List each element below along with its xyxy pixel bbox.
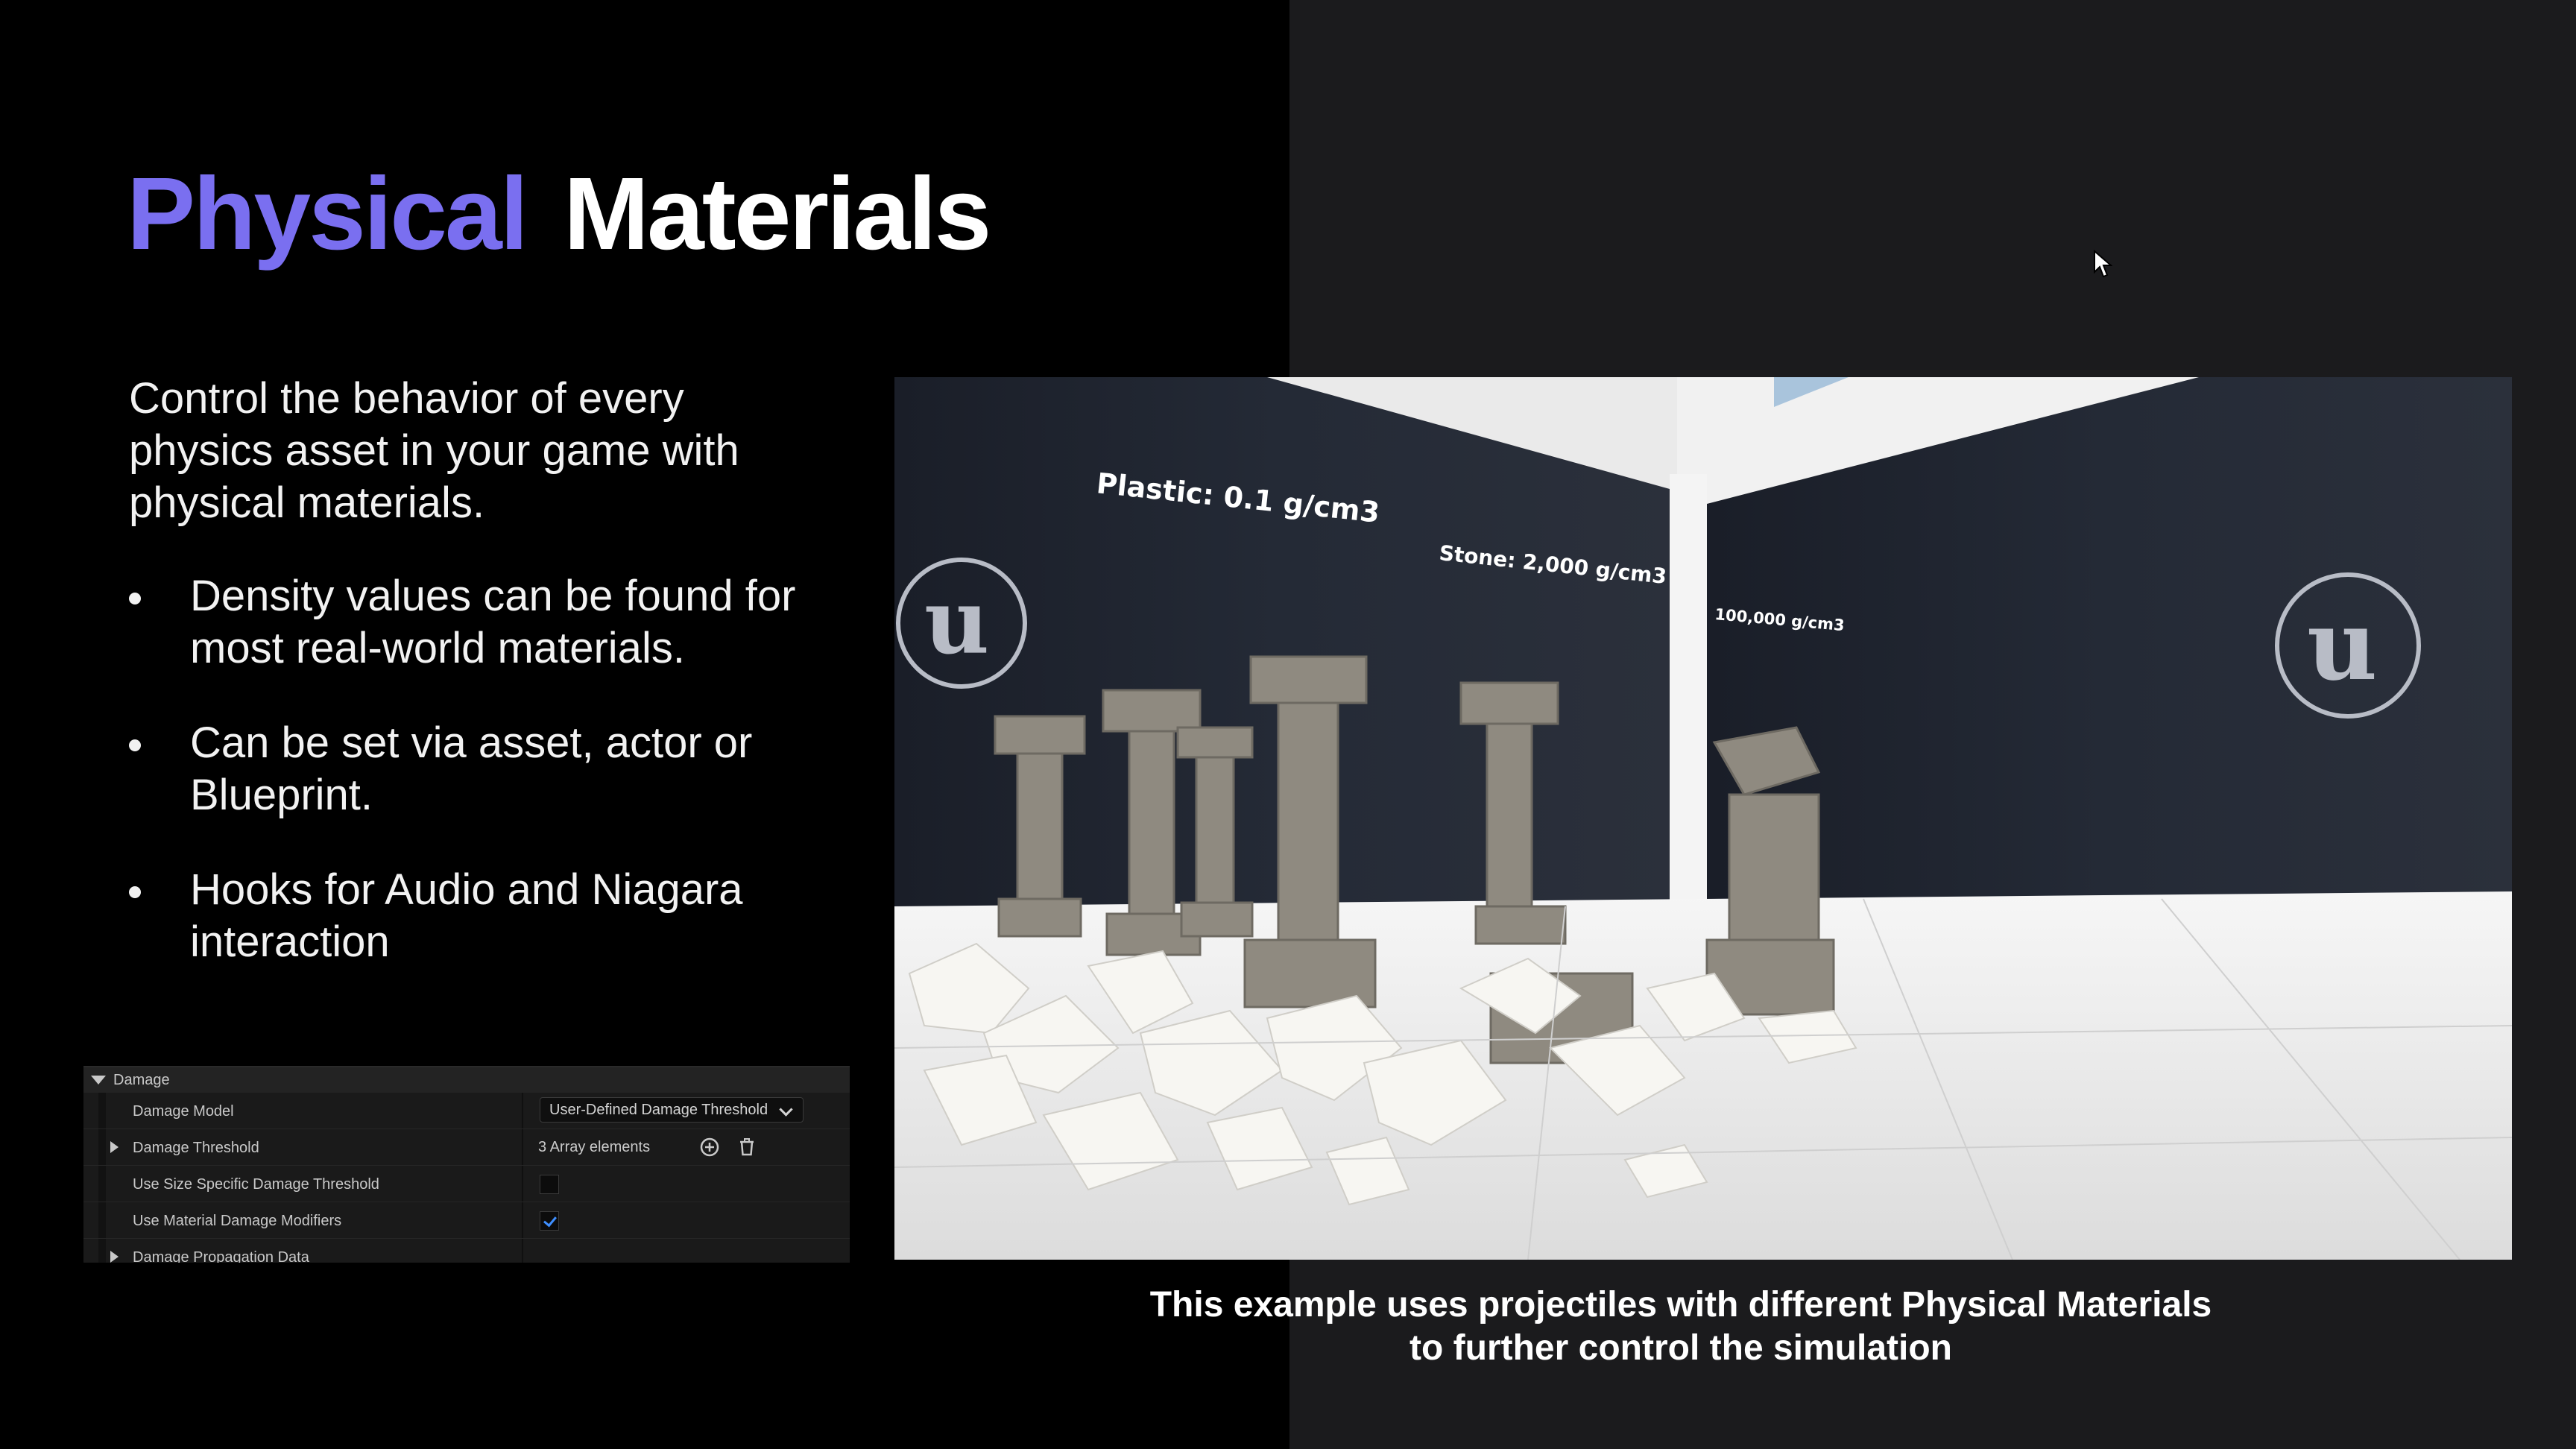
section-title: Damage	[113, 1071, 170, 1088]
bullet-item: Can be set via asset, actor or Blueprint…	[129, 717, 800, 821]
bullet-dot	[129, 593, 141, 604]
mouse-pointer-icon	[2094, 250, 2112, 278]
array-count-value: 3 Array elements	[538, 1139, 651, 1155]
material-modifiers-checkbox[interactable]	[540, 1211, 559, 1231]
bullet-dot	[129, 739, 141, 751]
caption-line-2: to further control the simulation	[1409, 1328, 1952, 1368]
video-caption: This example uses projectiles with diffe…	[1073, 1284, 2288, 1370]
bullet-list: Density values can be found for most rea…	[129, 570, 800, 1011]
intro-text: Control the behavior of every physics as…	[129, 374, 739, 527]
bullet-item: Density values can be found for most rea…	[129, 570, 800, 675]
damage-section-header[interactable]: Damage	[83, 1067, 850, 1093]
unreal-logo-glyph: u	[2307, 588, 2378, 702]
unreal-logo-glyph: u	[924, 569, 989, 675]
property-row-propagation: Damage Propagation Data	[83, 1239, 850, 1263]
property-label: Use Size Specific Damage Threshold	[133, 1176, 379, 1193]
delete-trash-icon[interactable]	[736, 1137, 757, 1158]
column-divider[interactable]	[522, 1166, 523, 1202]
property-row-size-specific: Use Size Specific Damage Threshold	[83, 1166, 850, 1202]
bullet-text: Can be set via asset, actor or Blueprint…	[190, 719, 753, 819]
damage-model-dropdown[interactable]: User-Defined Damage Threshold	[540, 1097, 804, 1123]
column-divider[interactable]	[522, 1239, 523, 1263]
bullet-text: Hooks for Audio and Niagara interaction	[190, 865, 743, 966]
row-indent	[98, 1166, 106, 1202]
caption-line-1: This example uses projectiles with diffe…	[1149, 1285, 2212, 1325]
property-row-damage-model: Damage Model User-Defined Damage Thresho…	[83, 1093, 850, 1129]
bullet-text: Density values can be found for most rea…	[190, 572, 796, 672]
add-element-icon[interactable]	[699, 1137, 720, 1158]
wall-pillar	[1670, 474, 1707, 906]
property-label: Use Material Damage Modifiers	[133, 1213, 342, 1229]
bullet-item: Hooks for Audio and Niagara interaction	[129, 864, 800, 968]
row-indent	[98, 1239, 106, 1263]
title-accent-word: Physical	[127, 157, 528, 271]
row-indent	[98, 1093, 106, 1128]
slide-title: Physical Materials	[127, 162, 991, 265]
column-divider[interactable]	[522, 1202, 523, 1238]
destruction-scene: u u Plastic: 0.1 g/cm3 Stone: 2,000 g/cm…	[894, 377, 2512, 1260]
chevron-down-icon	[779, 1102, 793, 1117]
property-row-material-modifiers: Use Material Damage Modifiers	[83, 1202, 850, 1239]
expand-arrow-icon[interactable]	[110, 1251, 119, 1263]
property-label: Damage Propagation Data	[133, 1249, 309, 1263]
collapse-triangle-icon[interactable]	[91, 1076, 106, 1085]
expand-arrow-icon[interactable]	[110, 1141, 119, 1153]
size-specific-checkbox[interactable]	[540, 1175, 559, 1194]
title-word: Materials	[564, 157, 991, 271]
details-panel: Damage Damage Model User-Defined Damage …	[83, 1066, 850, 1263]
bullet-dot	[129, 886, 141, 898]
dropdown-value: User-Defined Damage Threshold	[549, 1101, 768, 1118]
property-label: Damage Threshold	[133, 1140, 259, 1156]
column-divider[interactable]	[522, 1093, 523, 1128]
column-divider[interactable]	[522, 1129, 523, 1165]
row-indent	[98, 1202, 106, 1238]
row-indent	[98, 1129, 106, 1165]
property-label: Damage Model	[133, 1103, 234, 1120]
property-row-damage-threshold: Damage Threshold 3 Array elements	[83, 1129, 850, 1166]
demo-video-frame: u u Plastic: 0.1 g/cm3 Stone: 2,000 g/cm…	[894, 377, 2512, 1260]
